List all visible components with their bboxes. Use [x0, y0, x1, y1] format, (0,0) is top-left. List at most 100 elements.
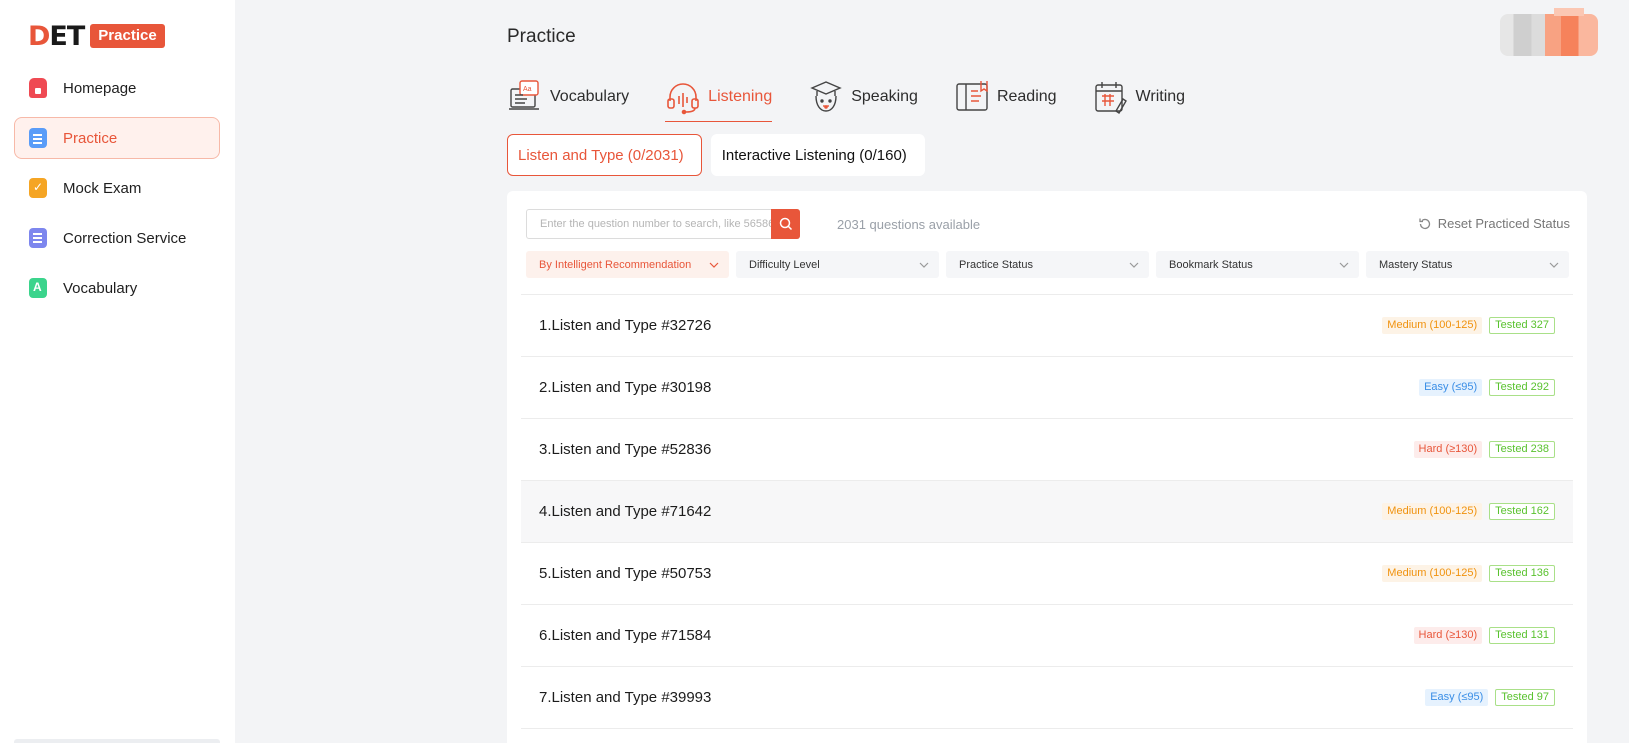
question-tags: Hard (≥130) Tested 131 [1407, 627, 1555, 644]
correction-icon [29, 228, 47, 248]
sidebar-item-correction-service[interactable]: Correction Service [14, 217, 220, 259]
tab-listening[interactable]: Listening [665, 74, 773, 122]
filter-intelligent-recommendation[interactable]: By Intelligent Recommendation [526, 251, 729, 278]
question-tags: Medium (100-125) Tested 327 [1375, 317, 1555, 334]
tab-speaking[interactable]: Speaking [808, 74, 918, 120]
tab-label: Listening [708, 88, 773, 105]
chevron-down-icon [1549, 262, 1559, 268]
subtab-interactive-listening[interactable]: Interactive Listening (0/160) [710, 134, 925, 176]
sidebar-item-mock-exam[interactable]: Mock Exam [14, 167, 220, 209]
sidebar-nav: Homepage Practice Mock Exam Correction S… [14, 67, 220, 317]
practice-icon [29, 128, 47, 148]
tab-writing[interactable]: Writing [1093, 74, 1186, 120]
difficulty-badge: Easy (≤95) [1419, 379, 1483, 396]
tab-label: Vocabulary [550, 88, 630, 105]
mock-exam-icon [29, 178, 47, 198]
question-row[interactable]: 1.Listen and Type #32726 Medium (100-125… [521, 295, 1573, 357]
tested-count-badge: Tested 131 [1489, 627, 1555, 644]
difficulty-badge: Hard (≥130) [1413, 627, 1483, 644]
question-title: 4.Listen and Type #71642 [539, 503, 712, 520]
sub-tabs: Listen and Type (0/2031) Interactive Lis… [507, 134, 934, 176]
question-row[interactable]: 2.Listen and Type #30198 Easy (≤95) Test… [521, 357, 1573, 419]
filter-difficulty-level[interactable]: Difficulty Level [736, 251, 939, 278]
search-icon [779, 217, 792, 231]
tested-count-badge: Tested 327 [1489, 317, 1555, 334]
difficulty-badge: Medium (100-125) [1382, 317, 1483, 334]
tab-reading[interactable]: Reading [954, 74, 1057, 120]
tested-count-badge: Tested 97 [1495, 689, 1555, 706]
svg-text:Aa: Aa [523, 86, 532, 93]
reset-practiced-status-button[interactable]: Reset Practiced Status [1418, 216, 1570, 231]
tested-count-badge: Tested 238 [1489, 441, 1555, 458]
question-row[interactable]: 6.Listen and Type #71584 Hard (≥130) Tes… [521, 605, 1573, 667]
question-row[interactable]: 5.Listen and Type #50753 Medium (100-125… [521, 543, 1573, 605]
sidebar-item-practice[interactable]: Practice [14, 117, 220, 159]
filter-label: By Intelligent Recommendation [539, 258, 692, 271]
filter-label: Practice Status [959, 258, 1033, 271]
sidebar-item-label: Homepage [63, 79, 137, 97]
headphones-icon [667, 83, 699, 115]
logo[interactable]: D ET Practice [28, 20, 165, 52]
filter-practice-status[interactable]: Practice Status [946, 251, 1149, 278]
sidebar-item-label: Vocabulary [63, 279, 138, 297]
question-list: 1.Listen and Type #32726 Medium (100-125… [521, 294, 1573, 729]
sidebar-footer [14, 739, 220, 743]
logo-badge: Practice [90, 24, 165, 48]
search-box [526, 209, 800, 239]
tested-count-badge: Tested 162 [1489, 503, 1555, 520]
question-title: 3.Listen and Type #52836 [539, 441, 712, 458]
question-title: 6.Listen and Type #71584 [539, 627, 712, 644]
reset-label: Reset Practiced Status [1437, 216, 1570, 231]
difficulty-badge: Easy (≤95) [1425, 689, 1489, 706]
question-title: 1.Listen and Type #32726 [539, 317, 712, 334]
logo-det: D ET [28, 20, 85, 52]
calendar-pen-icon [1094, 82, 1127, 114]
question-row[interactable]: 4.Listen and Type #71642 Medium (100-125… [521, 481, 1573, 543]
search-button[interactable] [771, 209, 800, 239]
filter-bar: By Intelligent Recommendation Difficulty… [526, 251, 1569, 278]
avatar[interactable] [1500, 8, 1598, 56]
questions-available-count: 2031 questions available [837, 217, 981, 232]
chevron-down-icon [709, 262, 719, 268]
sidebar-item-label: Mock Exam [63, 179, 142, 197]
reset-icon [1419, 218, 1430, 229]
question-tags: Medium (100-125) Tested 136 [1375, 565, 1555, 582]
filter-mastery-status[interactable]: Mastery Status [1366, 251, 1569, 278]
question-title: 7.Listen and Type #39993 [539, 689, 712, 706]
filter-label: Mastery Status [1379, 258, 1453, 271]
tab-vocabulary[interactable]: Aa Vocabulary [507, 74, 629, 120]
chevron-down-icon [919, 262, 929, 268]
chevron-down-icon [1129, 262, 1139, 268]
filter-bookmark-status[interactable]: Bookmark Status [1156, 251, 1359, 278]
vocabulary-icon [29, 278, 47, 298]
vocabulary-skill-icon: Aa [509, 80, 539, 110]
speaking-icon [810, 81, 842, 112]
difficulty-badge: Medium (100-125) [1382, 565, 1483, 582]
sidebar-item-label: Correction Service [63, 229, 187, 247]
question-row[interactable]: 3.Listen and Type #52836 Hard (≥130) Tes… [521, 419, 1573, 481]
tab-label: Reading [996, 88, 1057, 105]
question-tags: Easy (≤95) Tested 292 [1412, 379, 1555, 396]
tested-count-badge: Tested 292 [1489, 379, 1555, 396]
question-tags: Easy (≤95) Tested 97 [1418, 689, 1555, 706]
question-list-card: 2031 questions available Reset Practiced… [507, 191, 1587, 743]
question-title: 5.Listen and Type #50753 [539, 565, 712, 582]
subtab-listen-and-type[interactable]: Listen and Type (0/2031) [507, 134, 702, 176]
difficulty-badge: Hard (≥130) [1413, 441, 1483, 458]
question-row[interactable]: 7.Listen and Type #39993 Easy (≤95) Test… [521, 667, 1573, 729]
sidebar: DET Practice Homepage Practice Mock Exam… [0, 0, 235, 743]
sidebar-item-homepage[interactable]: Homepage [14, 67, 220, 109]
tested-count-badge: Tested 136 [1489, 565, 1555, 582]
tab-label: Speaking [851, 88, 918, 105]
filter-label: Bookmark Status [1169, 258, 1253, 271]
book-icon [956, 81, 988, 111]
search-input[interactable] [527, 210, 771, 238]
sidebar-item-vocabulary[interactable]: Vocabulary [14, 267, 220, 309]
tab-label: Writing [1135, 88, 1186, 105]
question-tags: Hard (≥130) Tested 238 [1407, 441, 1555, 458]
page-title: Practice [507, 26, 576, 47]
difficulty-badge: Medium (100-125) [1382, 503, 1483, 520]
skill-tabs: Aa Vocabulary Listening Speaking Reading… [507, 74, 1221, 122]
filter-label: Difficulty Level [749, 258, 820, 271]
sidebar-item-label: Practice [63, 129, 118, 147]
